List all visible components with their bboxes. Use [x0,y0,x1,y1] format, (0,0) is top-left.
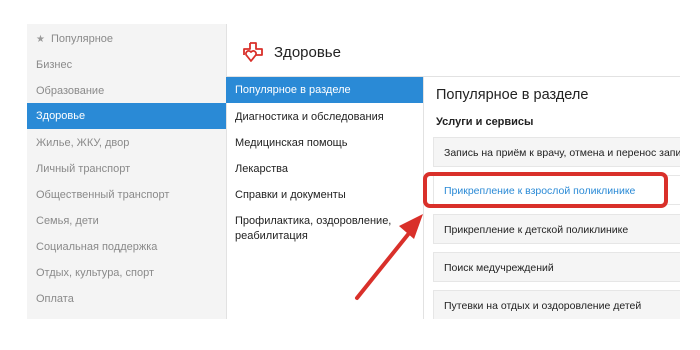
pointer-arrow-icon [355,214,423,300]
